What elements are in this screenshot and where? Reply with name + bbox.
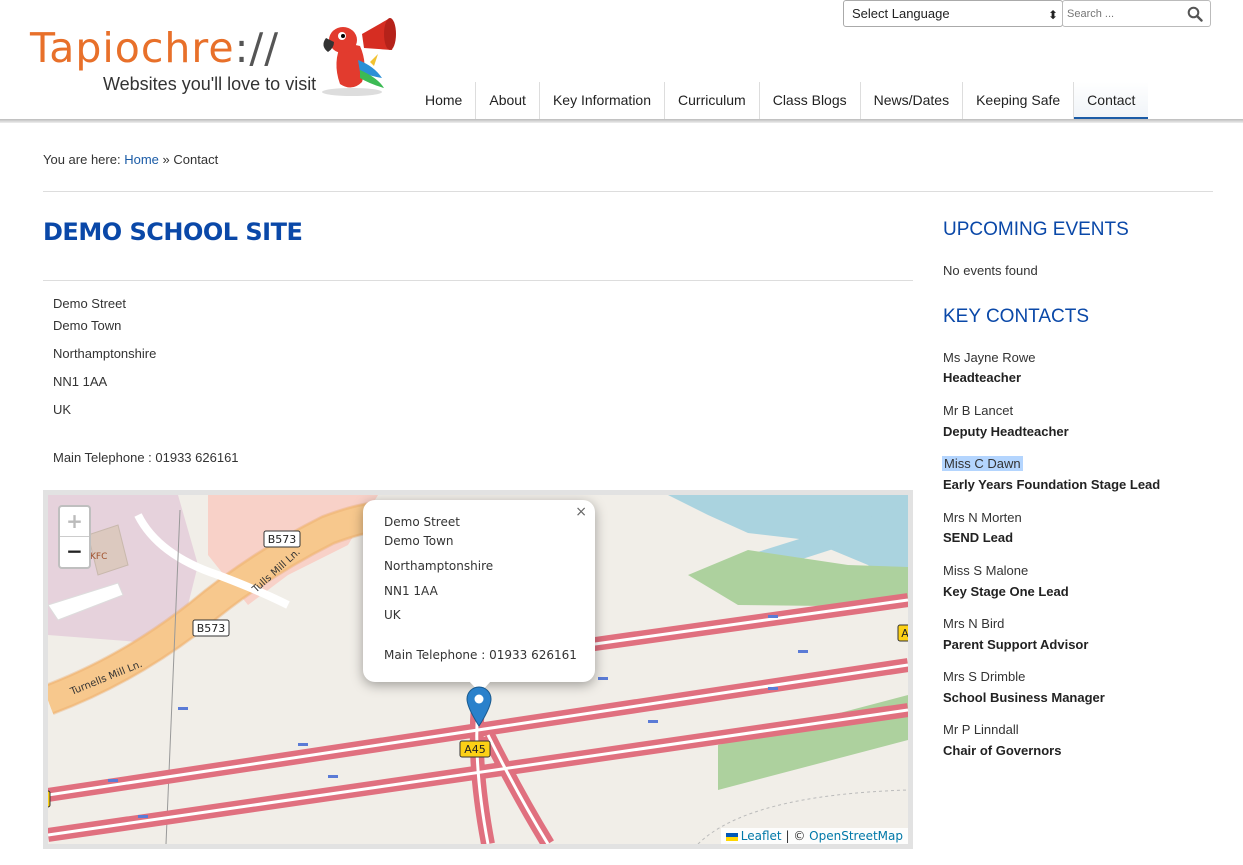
contact-name: Miss S Malone — [943, 563, 1029, 578]
map-marker-icon[interactable] — [466, 686, 492, 727]
search-box — [1062, 0, 1211, 27]
site-logo[interactable]: Tapiochre:// — [30, 24, 279, 72]
contact-role: School Business Manager — [943, 690, 1105, 705]
site-header: Tapiochre:// Websites you'll love to vis… — [0, 0, 1243, 123]
address-street: Demo Street — [53, 296, 126, 311]
osm-link[interactable]: OpenStreetMap — [809, 829, 903, 843]
map-attribution: Leaflet | © OpenStreetMap — [720, 828, 908, 844]
contact-name: Mrs S Drimble — [943, 669, 1026, 684]
road-shield-b573-b: B573 — [192, 619, 230, 637]
breadcrumb-divider — [43, 191, 1213, 192]
ukraine-flag-icon — [725, 832, 738, 841]
contact-role: Chair of Governors — [943, 743, 1062, 758]
nav-item-key-information[interactable]: Key Information — [540, 82, 666, 120]
road-shield-a45: A45 — [459, 740, 491, 758]
language-select[interactable]: Select Language ⬍ — [843, 0, 1063, 27]
popup-street: Demo Street — [384, 515, 460, 529]
contact-name-selected: Miss C Dawn — [942, 456, 1023, 471]
road-shield-b573-a: B573 — [263, 530, 301, 548]
map-poi-kfc: KFC — [90, 552, 107, 562]
road-shield-edge: A — [897, 624, 908, 642]
road-shield-left — [48, 790, 51, 808]
contact-name: Mrs N Morten — [943, 510, 1022, 525]
leaflet-link[interactable]: Leaflet — [741, 829, 782, 843]
breadcrumb-separator: » — [162, 152, 170, 167]
nav-item-curriculum[interactable]: Curriculum — [665, 82, 760, 120]
popup-close-button[interactable]: × — [575, 504, 587, 520]
page-title: DEMO SCHOOL SITE — [43, 218, 303, 246]
zoom-control: + − — [58, 505, 91, 569]
header-divider — [0, 119, 1243, 123]
road-label-b573-b: B573 — [197, 622, 226, 635]
contact-name: Mrs N Bird — [943, 616, 1005, 631]
upcoming-events-heading: UPCOMING EVENTS — [943, 219, 1129, 240]
title-divider — [43, 280, 913, 281]
contact-role: SEND Lead — [943, 530, 1014, 545]
popup-telephone: Main Telephone : 01933 626161 — [384, 648, 577, 662]
nav-item-contact[interactable]: Contact — [1074, 82, 1149, 120]
main-nav: Home About Key Information Curriculum Cl… — [412, 82, 1149, 120]
events-empty-text: No events found — [943, 263, 1038, 278]
breadcrumb-prefix: You are here: — [43, 152, 121, 167]
contact-name: Ms Jayne Rowe — [943, 350, 1036, 365]
parrot-mascot-icon — [322, 18, 396, 96]
nav-item-home[interactable]: Home — [412, 82, 477, 120]
key-contacts-heading: KEY CONTACTS — [943, 306, 1090, 327]
zoom-in-button[interactable]: + — [60, 507, 89, 537]
attribution-separator: | © — [785, 829, 806, 843]
contact-role: Headteacher — [943, 370, 1022, 385]
breadcrumb: You are here: Home » Contact — [43, 152, 218, 167]
contact-role: Early Years Foundation Stage Lead — [943, 477, 1161, 492]
contact-role: Parent Support Advisor — [943, 637, 1089, 652]
address-county: Northamptonshire — [53, 346, 157, 361]
address-town: Demo Town — [53, 318, 122, 333]
contact-role: Key Stage One Lead — [943, 584, 1069, 599]
road-label-edge: A — [901, 627, 908, 640]
location-map[interactable]: B573 B573 A45 A Tulls Mill Ln. Turnells … — [48, 495, 908, 844]
popup-county: Northamptonshire — [384, 559, 494, 573]
address-country: UK — [53, 402, 72, 417]
logo-slashes: :// — [234, 24, 280, 72]
search-input[interactable] — [1067, 5, 1179, 23]
address-postcode: NN1 1AA — [53, 374, 108, 389]
search-icon[interactable] — [1187, 6, 1203, 22]
popup-postcode: NN1 1AA — [384, 584, 438, 598]
nav-item-keeping-safe[interactable]: Keeping Safe — [963, 82, 1075, 120]
road-label-a45: A45 — [464, 743, 486, 756]
contact-role: Deputy Headteacher — [943, 424, 1069, 439]
breadcrumb-home-link[interactable]: Home — [124, 152, 159, 167]
logo-tagline: Websites you'll love to visit — [103, 74, 317, 94]
road-label-b573-a: B573 — [268, 533, 297, 546]
breadcrumb-current: Contact — [173, 152, 219, 167]
popup-town: Demo Town — [384, 534, 454, 548]
contact-name: Mr P Linndall — [943, 722, 1019, 737]
map-popup: × Demo Street Demo Town Northamptonshire… — [363, 500, 595, 682]
language-select-value: Select Language — [852, 6, 950, 21]
chevron-updown-icon: ⬍ — [1047, 8, 1058, 22]
zoom-out-button[interactable]: − — [60, 537, 89, 567]
nav-item-about[interactable]: About — [476, 82, 540, 120]
logo-name: Tapiochre — [30, 24, 235, 72]
main-telephone: Main Telephone : 01933 626161 — [53, 450, 239, 465]
popup-country: UK — [384, 608, 401, 622]
nav-item-news-dates[interactable]: News/Dates — [861, 82, 964, 120]
contact-name: Mr B Lancet — [943, 403, 1014, 418]
nav-item-class-blogs[interactable]: Class Blogs — [760, 82, 861, 120]
